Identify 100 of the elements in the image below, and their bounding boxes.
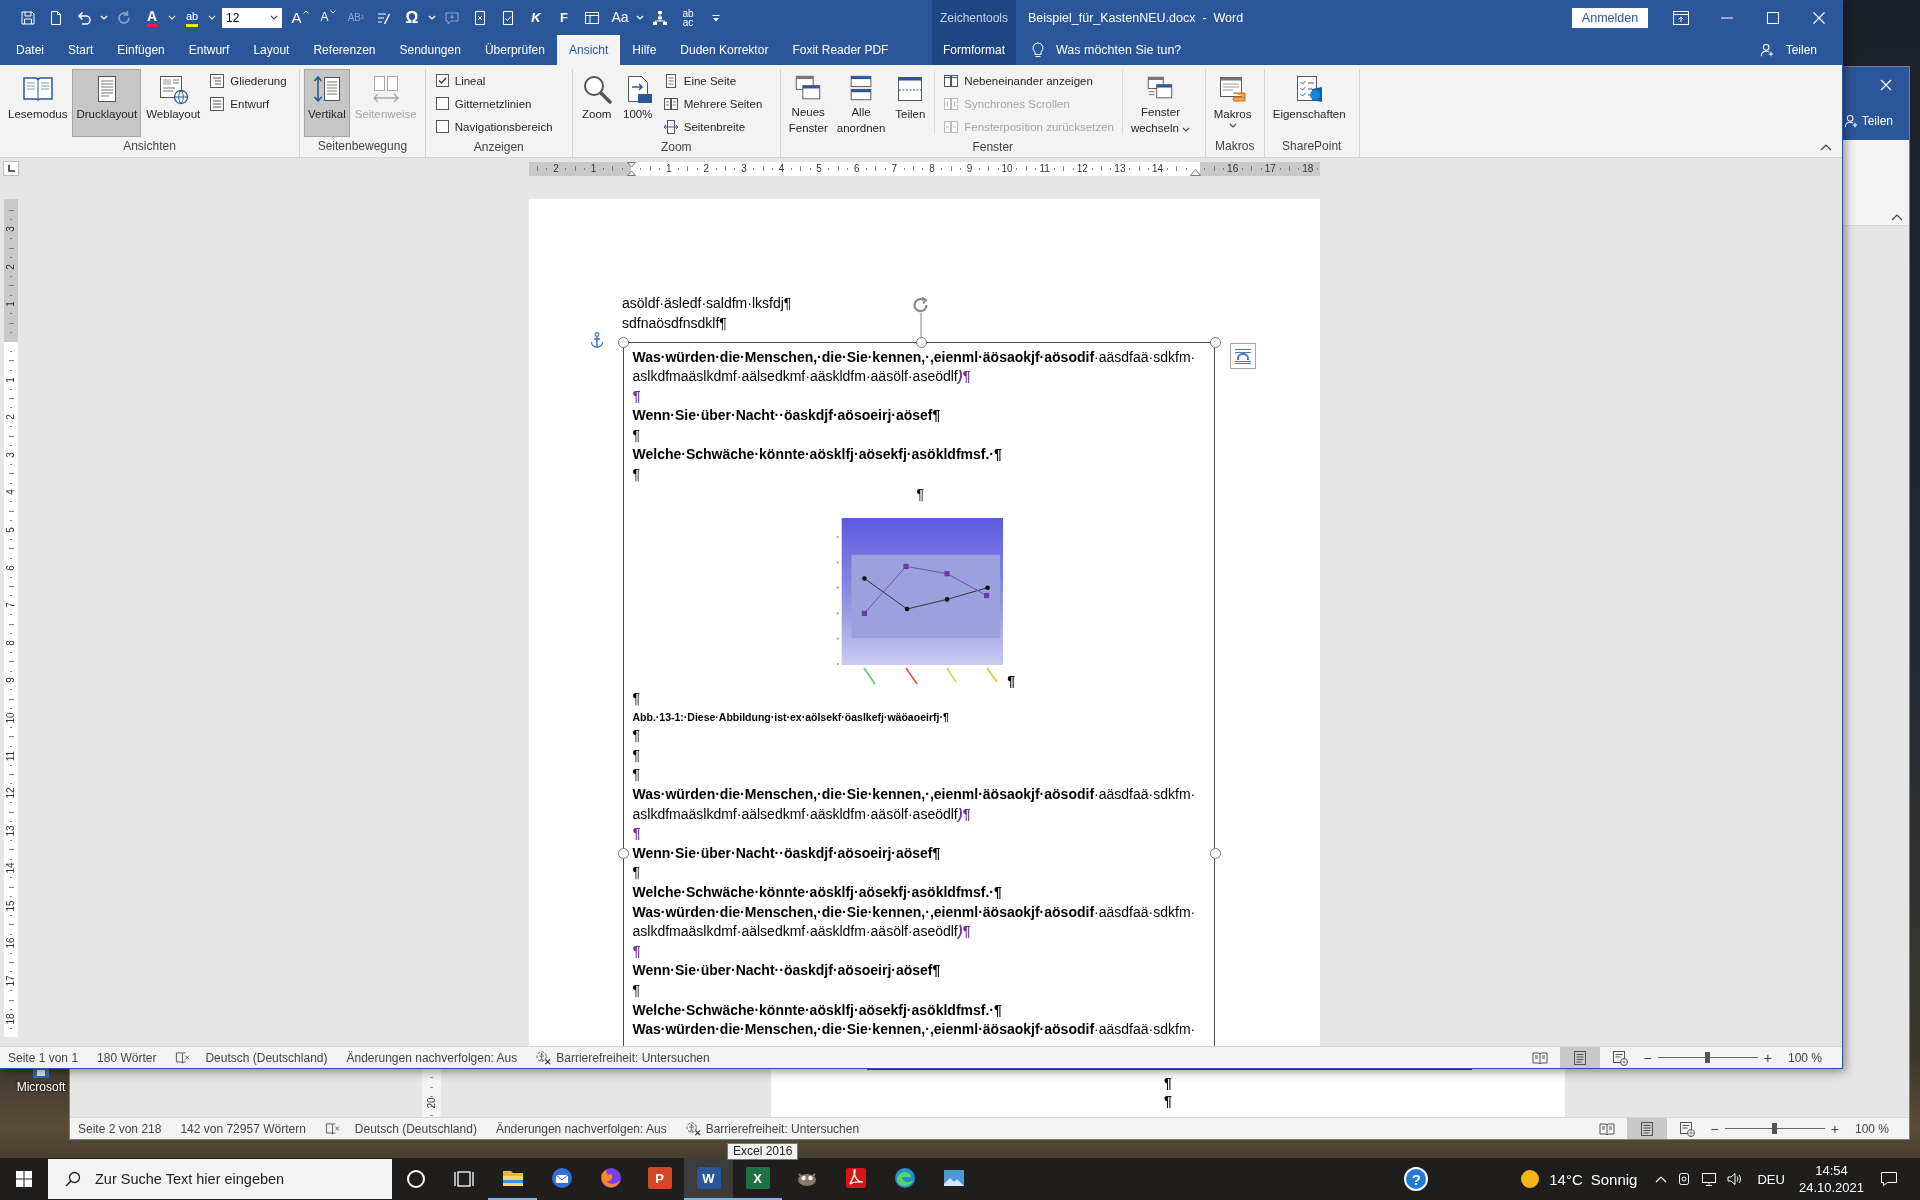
vertical-ruler[interactable] — [422, 1069, 441, 1117]
text-box[interactable] — [623, 342, 1215, 1046]
track-changes-status[interactable]: Änderungen nachverfolgen: Aus — [346, 1050, 518, 1065]
chevron-up-icon[interactable] — [1655, 1175, 1668, 1183]
layout-options-button[interactable] — [1230, 343, 1256, 369]
monitor-icon[interactable] — [1701, 1171, 1718, 1187]
weather-condition[interactable]: Sonnig — [1590, 1170, 1638, 1188]
multiple-pages-button[interactable]: Mehrere Seiten — [658, 92, 767, 115]
vertical-button[interactable]: Vertikal — [304, 69, 350, 137]
zoom-button[interactable]: Zoom — [576, 69, 617, 137]
font-size-field[interactable]: 12 — [222, 7, 282, 28]
ribbon-tab[interactable]: Duden Korrektor — [668, 35, 781, 65]
slider-thumb[interactable] — [1705, 1052, 1711, 1063]
caret-icon[interactable] — [1182, 127, 1191, 132]
undo-icon[interactable] — [76, 9, 92, 26]
accessibility-icon[interactable] — [685, 1121, 701, 1136]
switch-windows-button[interactable]: Fenster wechseln — [1126, 69, 1195, 137]
ribbon-tab[interactable]: Referenzen — [301, 35, 388, 65]
tab-selector[interactable] — [3, 161, 19, 176]
input-language[interactable]: DEU — [1757, 1171, 1785, 1187]
outline-button[interactable]: Gliederung — [205, 69, 291, 92]
book-x-icon[interactable] — [324, 1121, 340, 1136]
font-color-button[interactable]: A — [146, 8, 158, 27]
caret-icon[interactable] — [1228, 123, 1237, 128]
anchor-icon[interactable] — [590, 332, 604, 348]
temperature[interactable]: 14°C — [1549, 1170, 1583, 1188]
checkbox[interactable] — [435, 97, 449, 110]
ribbon-tab[interactable]: Einfügen — [105, 35, 177, 65]
ribbon-tab[interactable]: Entwurf — [176, 35, 242, 65]
collapse-ribbon-icon[interactable] — [1891, 213, 1903, 221]
ribbon-tab[interactable]: Formformat — [932, 35, 1016, 65]
print-layout-button[interactable] — [1559, 1047, 1600, 1068]
indent-marker-icon[interactable] — [626, 161, 636, 176]
sign-in-button[interactable]: Anmelden — [1572, 7, 1648, 28]
change-case-button[interactable]: Aa — [611, 10, 629, 25]
tell-me-field[interactable]: Was möchten Sie tun? — [1056, 42, 1186, 58]
ribbon-tab[interactable]: Start — [56, 35, 106, 65]
four-squares-icon[interactable] — [16, 1171, 32, 1187]
word-count[interactable]: 142 von 72957 Wörtern — [180, 1121, 306, 1136]
caret-icon[interactable] — [270, 15, 278, 20]
horizontal-ruler[interactable] — [529, 161, 1320, 176]
draft-button[interactable]: Entwurf — [205, 92, 291, 115]
replace-button[interactable]: ab ac — [682, 8, 694, 27]
highlight-button[interactable]: ab — [185, 8, 199, 27]
zoom-level[interactable]: 100 % — [1854, 1121, 1889, 1136]
window-up-arrow-icon[interactable] — [1673, 10, 1689, 25]
share-button[interactable]: Teilen — [1843, 114, 1893, 128]
one-page-button[interactable]: Eine Seite — [658, 69, 767, 92]
shrink-font-button[interactable]: A — [320, 10, 336, 25]
vertical-ruler[interactable] — [4, 199, 18, 1038]
checkbox-label[interactable]: Gitternetzlinien — [454, 97, 532, 110]
collapse-ribbon-icon[interactable] — [1820, 143, 1832, 151]
close-icon[interactable] — [1813, 11, 1825, 24]
page-width-button[interactable]: Seitenbreite — [658, 115, 767, 138]
zoom-out-button[interactable]: − — [1710, 1120, 1719, 1137]
read-mode-button[interactable]: Lesemodus — [4, 69, 72, 137]
ribbon-tab[interactable]: Hilfe — [620, 35, 669, 65]
side-by-side-button[interactable]: Nebeneinander anzeigen — [939, 69, 1118, 92]
grow-font-button[interactable]: A — [291, 10, 309, 25]
document-x-icon[interactable] — [472, 9, 488, 26]
print-layout-button[interactable] — [1626, 1118, 1667, 1139]
org-chart-icon[interactable] — [652, 9, 668, 26]
taskbar-button[interactable]: W — [684, 1158, 733, 1200]
circle-icon[interactable] — [406, 1169, 426, 1189]
clock-time[interactable]: 14:54 — [1815, 1163, 1848, 1178]
word-count[interactable]: 180 Wörter — [97, 1050, 157, 1065]
zoom-in-button[interactable]: + — [1830, 1120, 1839, 1137]
new-window-button[interactable]: Neues Fenster — [784, 69, 832, 137]
checkbox-label[interactable]: Navigationsbereich — [454, 120, 553, 133]
zoom-out-button[interactable]: − — [1643, 1049, 1652, 1066]
new-document-icon[interactable] — [48, 9, 64, 26]
page-count[interactable]: Seite 2 von 218 — [78, 1121, 162, 1136]
clock-date[interactable]: 24.10.2021 — [1798, 1180, 1864, 1195]
track-changes-status[interactable]: Änderungen nachverfolgen: Aus — [495, 1121, 667, 1136]
help-button[interactable]: ? — [1404, 1167, 1429, 1191]
macros-button[interactable]: Makros — [1209, 69, 1256, 137]
ribbon-tab[interactable]: Layout — [241, 35, 302, 65]
resize-handle[interactable] — [617, 847, 629, 859]
split-button[interactable]: Teilen — [890, 69, 931, 137]
minimize-icon[interactable] — [1721, 16, 1733, 19]
accessibility-status[interactable]: Barrierefreiheit: Untersuchen — [705, 1121, 860, 1136]
resize-handle[interactable] — [1209, 336, 1221, 348]
sun-icon[interactable] — [1520, 1169, 1541, 1189]
zoom-in-button[interactable]: + — [1763, 1049, 1772, 1066]
speech-bubble-icon[interactable] — [1880, 1171, 1898, 1187]
desktop-icon-label[interactable]: Microsoft — [16, 1080, 66, 1094]
properties-button[interactable]: Eigenschaften — [1268, 69, 1350, 137]
maximize-icon[interactable] — [1767, 11, 1779, 24]
zoom-100-button[interactable]: 100% — [617, 69, 658, 137]
accessibility-icon[interactable] — [536, 1050, 552, 1065]
book-x-icon[interactable] — [175, 1050, 191, 1065]
search-field[interactable]: Zur Suche Text hier eingeben — [48, 1159, 392, 1199]
resize-handle[interactable] — [1209, 847, 1221, 859]
arrange-all-button[interactable]: Alle anordnen — [832, 69, 890, 137]
close-icon[interactable] — [1880, 78, 1892, 91]
ribbon-tab[interactable]: Datei — [4, 35, 56, 65]
shortcut-icon[interactable] — [33, 1068, 49, 1078]
ribbon-tab[interactable]: Ansicht — [556, 35, 621, 65]
document-check-icon[interactable] — [500, 9, 516, 26]
taskbar-button[interactable]: P — [635, 1158, 684, 1200]
